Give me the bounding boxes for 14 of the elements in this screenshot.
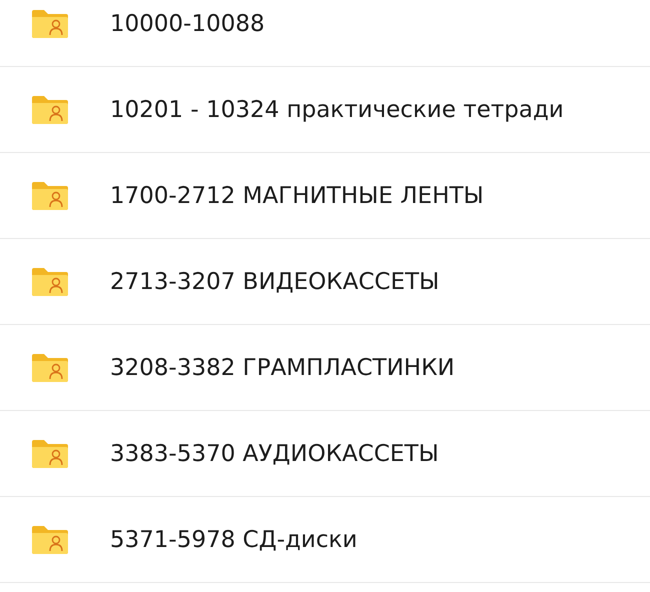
folder-name[interactable]: 3208-3382 ГРАМПЛАСТИНКИ	[110, 354, 455, 380]
shared-folder-icon[interactable]	[32, 268, 68, 296]
shared-folder-icon[interactable]	[32, 182, 68, 210]
shared-folder-icon[interactable]	[32, 96, 68, 124]
shared-folder-icon[interactable]	[32, 10, 68, 38]
folder-name[interactable]: 10201 - 10324 практические тетради	[110, 96, 564, 122]
shared-folder-icon[interactable]	[32, 526, 68, 554]
shared-folder-icon[interactable]	[32, 440, 68, 468]
folder-name[interactable]: 5371-5978 СД-диски	[110, 526, 358, 552]
folder-name[interactable]: 2713-3207 ВИДЕОКАССЕТЫ	[110, 268, 440, 294]
shared-folder-icon[interactable]	[32, 354, 68, 382]
folder-name[interactable]: 1700-2712 МАГНИТНЫЕ ЛЕНТЫ	[110, 182, 484, 208]
folder-name[interactable]: 3383-5370 АУДИОКАССЕТЫ	[110, 440, 439, 466]
folder-name[interactable]: 10000-10088	[110, 10, 265, 36]
